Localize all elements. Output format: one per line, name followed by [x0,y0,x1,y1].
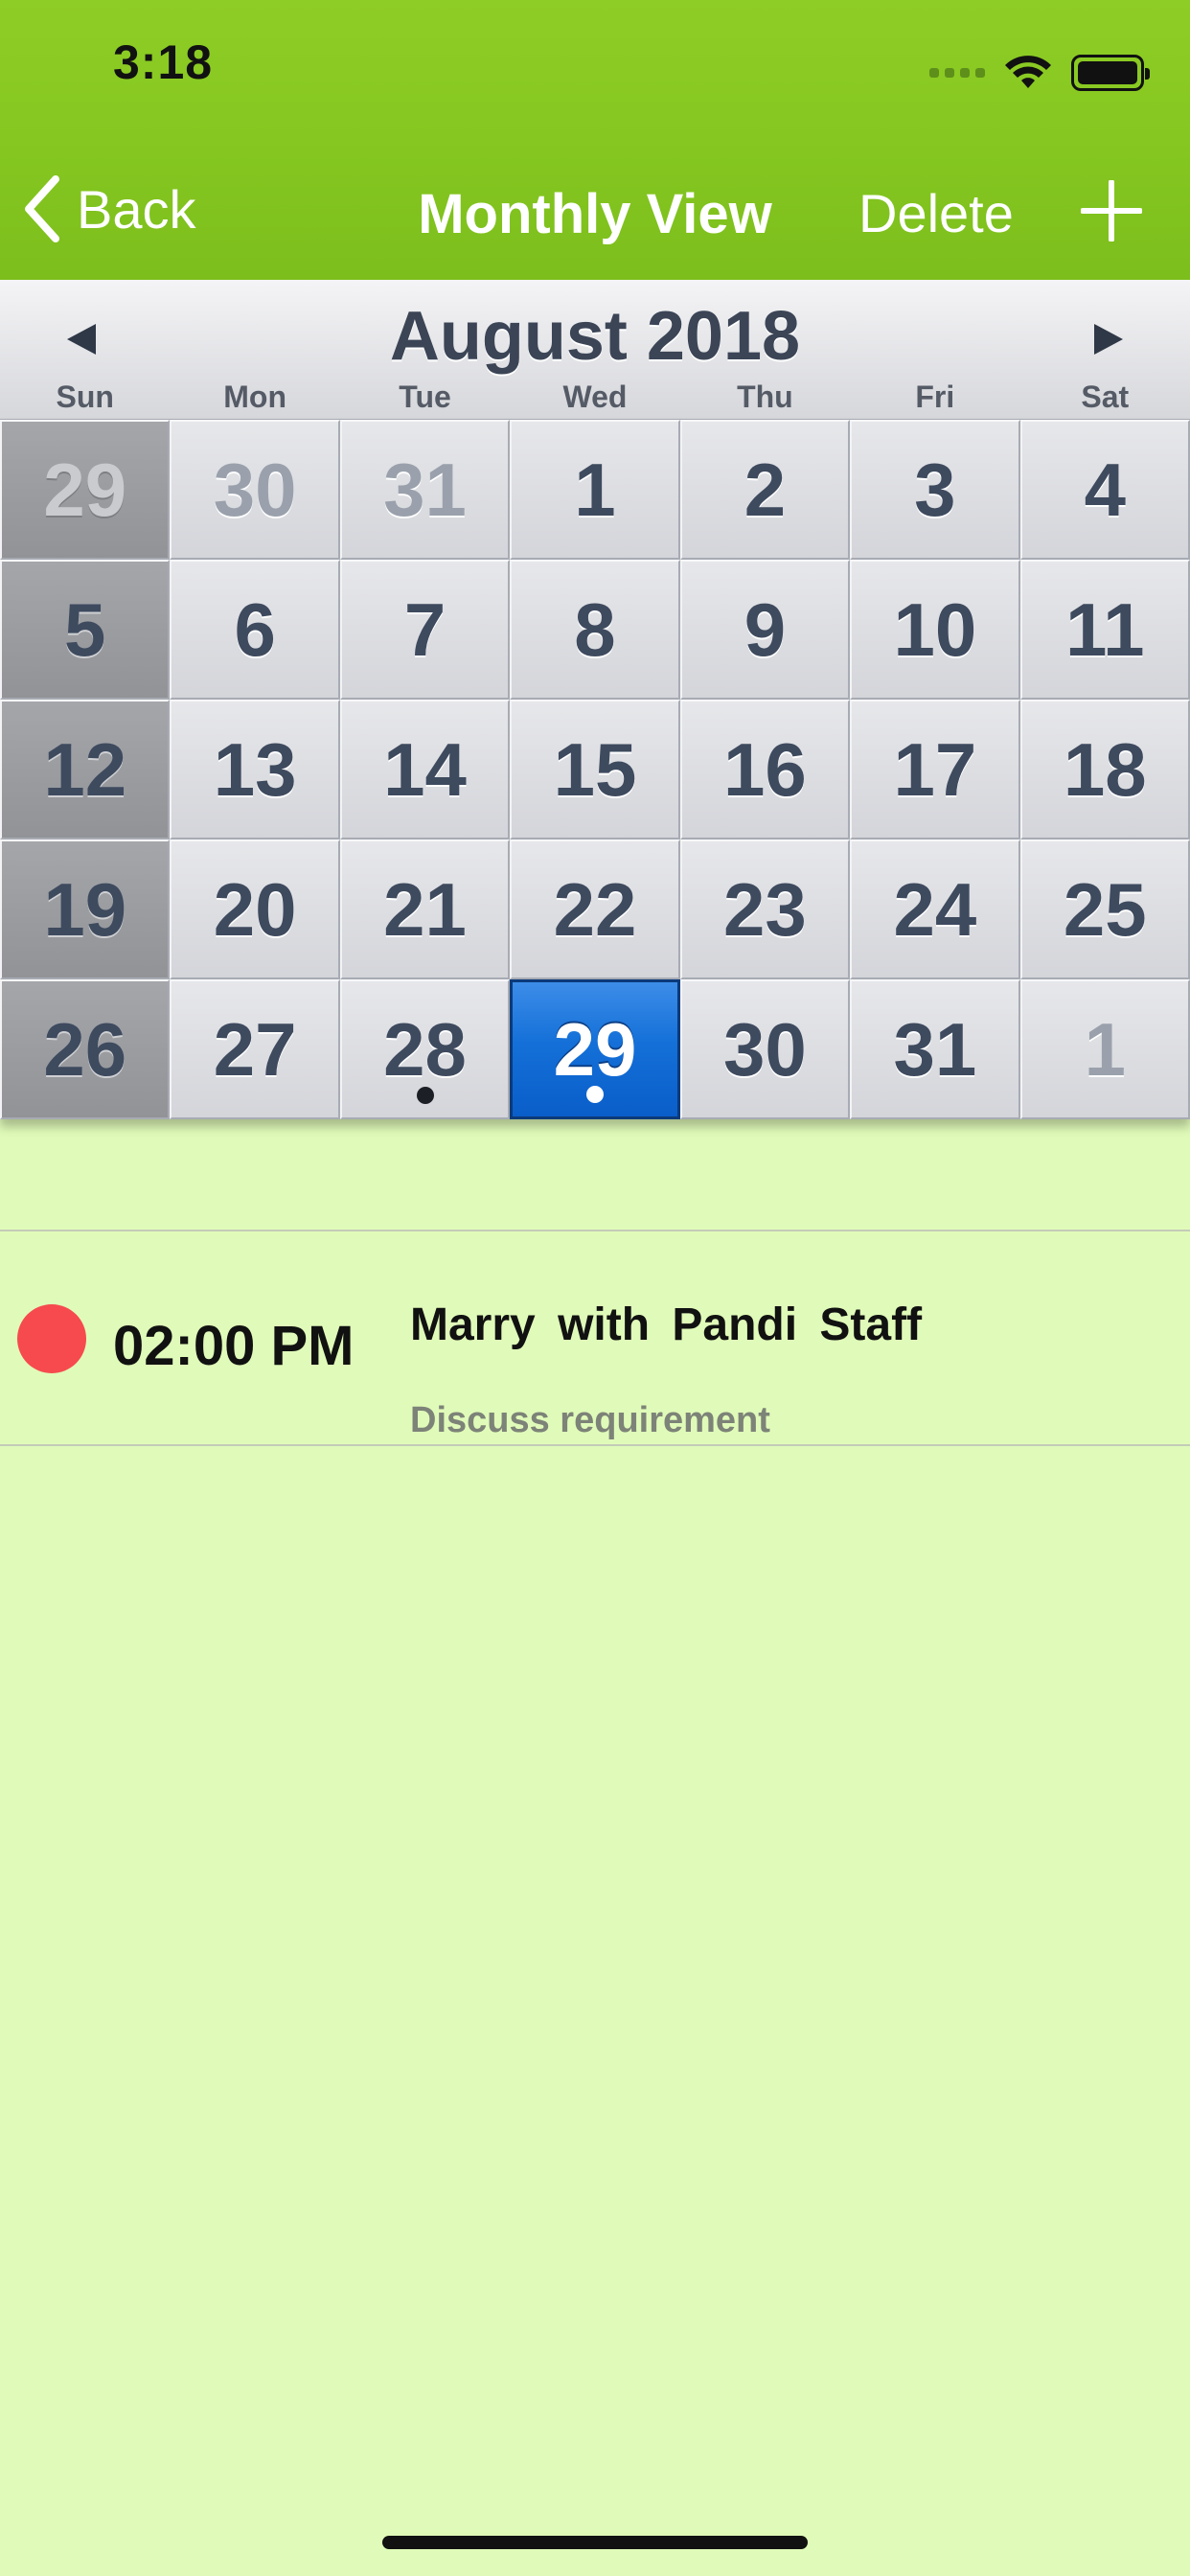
calendar-day[interactable]: 10 [850,560,1020,700]
calendar-day[interactable]: 25 [1019,840,1190,979]
calendar-day[interactable]: 26 [0,979,171,1119]
event-description: Discuss requirement [410,1400,770,1440]
calendar-day[interactable]: 13 [170,700,340,840]
weekday-label: Sat [1081,380,1130,414]
calendar-day[interactable]: 28 [339,979,511,1119]
calendar-day[interactable]: 22 [510,840,680,979]
event-time: 02:00 PM [113,1315,355,1377]
calendar-day[interactable]: 15 [510,700,680,840]
calendar-day[interactable]: 17 [850,700,1020,840]
calendar-day[interactable]: 7 [339,560,511,700]
calendar-day[interactable]: 23 [679,840,851,979]
event-color-dot [17,1304,86,1373]
event-indicator-dot [585,1086,604,1103]
calendar-day[interactable]: 14 [339,700,511,840]
calendar-day[interactable]: 5 [0,560,171,700]
calendar-day[interactable]: 1 [1019,979,1190,1119]
calendar-day[interactable]: 30 [679,979,851,1119]
home-indicator[interactable] [382,2536,808,2549]
weekday-label: Fri [915,380,955,414]
month-title: August 2018 [389,298,801,375]
calendar-header: August 2018 Sun Mon Tue Wed Thu Fri Sat [0,280,1190,420]
status-icons [929,54,1150,92]
event-title: Marry with Pandi Staff [410,1300,923,1350]
calendar-grid: 29 30 31 1 2 3 4 5 6 7 8 9 10 11 12 13 1… [0,420,1190,1119]
calendar-day[interactable]: 30 [170,420,340,560]
weekday-label: Wed [562,380,628,414]
calendar-day[interactable]: 21 [339,840,511,979]
top-bar: 3:18 Back Monthly View Delete [0,0,1190,280]
weekday-row: Sun Mon Tue Wed Thu Fri Sat [0,380,1190,415]
status-time: 3:18 [113,35,214,89]
calendar-day-selected[interactable]: 29 [510,979,680,1119]
calendar-day[interactable]: 19 [0,840,171,979]
weekday-label: Sun [56,380,114,414]
divider [0,1444,1190,1446]
calendar-day[interactable]: 31 [339,420,511,560]
plus-icon[interactable] [1081,180,1142,242]
calendar-day[interactable]: 6 [170,560,340,700]
event-indicator-dot [416,1087,434,1104]
next-month-arrow-icon[interactable] [1079,310,1136,368]
weekday-label: Tue [399,380,451,414]
weekday-label: Thu [737,380,793,414]
calendar-day[interactable]: 29 [0,420,171,560]
calendar-day[interactable]: 2 [679,420,851,560]
calendar-day[interactable]: 18 [1019,700,1190,840]
event-list-item[interactable]: 02:00 PM Marry with Pandi Staff Discuss … [0,1231,1190,1444]
calendar-day[interactable]: 20 [170,840,340,979]
navigation-bar: Back Monthly View Delete [0,142,1190,280]
calendar-day[interactable]: 16 [679,700,851,840]
battery-icon [1071,55,1150,91]
delete-button[interactable]: Delete [858,182,1014,244]
calendar-day[interactable]: 9 [679,560,851,700]
cellular-signal-icon [929,68,985,78]
calendar-day[interactable]: 24 [850,840,1020,979]
calendar-day[interactable]: 3 [850,420,1020,560]
calendar-day[interactable]: 4 [1019,420,1190,560]
calendar-day[interactable]: 1 [510,420,680,560]
calendar-day[interactable]: 12 [0,700,171,840]
calendar-day[interactable]: 8 [510,560,680,700]
weekday-label: Mon [223,380,286,414]
wifi-icon [1005,56,1051,88]
calendar-day[interactable]: 31 [850,979,1020,1119]
calendar-day[interactable]: 11 [1019,560,1190,700]
calendar-day[interactable]: 27 [170,979,340,1119]
